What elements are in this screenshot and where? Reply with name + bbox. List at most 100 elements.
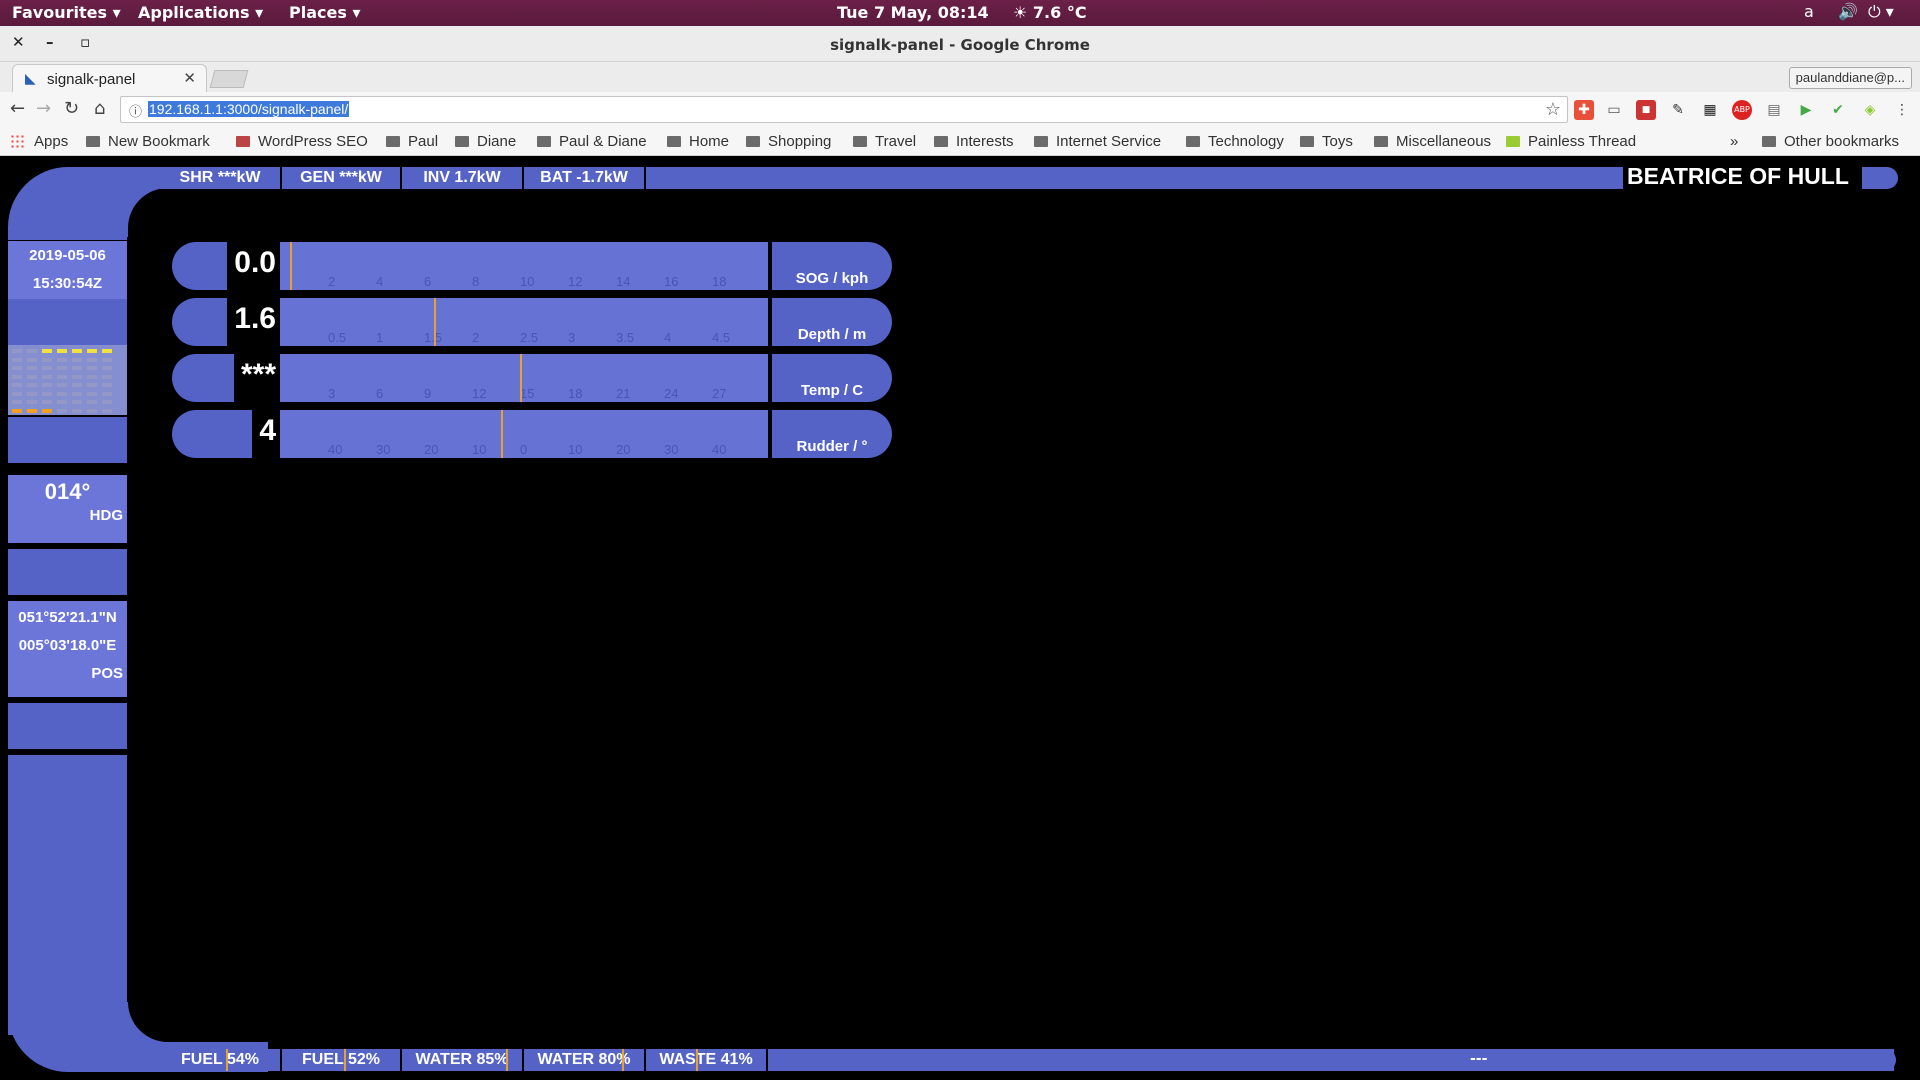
- bookmark-folder[interactable]: New Bookmark: [86, 133, 210, 150]
- status-grid-cell: [87, 374, 97, 379]
- bookmark-folder[interactable]: Technology: [1186, 133, 1284, 150]
- apps-grid-icon: [10, 134, 24, 148]
- status-grid-cell: [72, 357, 82, 362]
- status-grid: [8, 345, 127, 415]
- clock[interactable]: Tue 7 May, 08:14: [837, 3, 989, 22]
- applications-menu[interactable]: Applications ▾: [138, 3, 263, 22]
- status-grid-cell: [12, 349, 22, 353]
- places-menu[interactable]: Places ▾: [289, 3, 360, 22]
- reload-icon[interactable]: ↻: [64, 98, 79, 119]
- tab-signalk-panel[interactable]: ◣ signalk-panel ✕: [12, 64, 207, 92]
- status-grid-cell: [27, 408, 37, 413]
- status-grid-cell: [72, 374, 82, 379]
- bookmark-folder[interactable]: Travel: [853, 133, 916, 150]
- weather-indicator[interactable]: ☀ 7.6 °C: [1013, 3, 1087, 22]
- gauge-tick-label: 3: [568, 330, 576, 345]
- status-grid-cell: [72, 400, 82, 404]
- latitude-text: 051°52'21.1"N: [18, 609, 117, 626]
- status-grid-cell: [87, 357, 97, 362]
- gauge-tick-label: 10: [472, 442, 487, 457]
- status-grid-cell: [27, 349, 37, 353]
- tab-close-icon[interactable]: ✕: [183, 69, 196, 87]
- gauge-tick-label: 4.5: [712, 330, 731, 345]
- status-grid-cell: [87, 366, 97, 370]
- extension-feather-icon[interactable]: ✎: [1668, 100, 1688, 120]
- extension-shield-icon[interactable]: ◈: [1860, 100, 1880, 120]
- keyboard-layout-icon[interactable]: a: [1804, 2, 1814, 21]
- water-tank-2: WATER 80%: [524, 1049, 646, 1071]
- tank-level-marker: [696, 1049, 699, 1071]
- cast-icon[interactable]: ▭: [1604, 100, 1624, 120]
- bookmark-folder[interactable]: WordPress SEO: [236, 133, 368, 150]
- extension-play-icon[interactable]: ▶: [1796, 100, 1816, 120]
- power-strip: SHR ***kW GEN ***kW INV 1.7kW BAT -1.7kW: [160, 167, 1623, 189]
- status-grid-cell: [87, 349, 97, 353]
- bookmark-folder[interactable]: Painless Thread: [1506, 133, 1636, 150]
- other-bookmarks[interactable]: Other bookmarks: [1762, 133, 1899, 150]
- gauge-label: Temp / C: [772, 354, 892, 402]
- gauge-tick-label: 16: [664, 274, 679, 289]
- extension-check-icon[interactable]: ✔: [1828, 100, 1848, 120]
- heading-label: HDG: [89, 507, 123, 524]
- bookmark-folder[interactable]: Miscellaneous: [1374, 133, 1491, 150]
- adblock-icon[interactable]: ABP: [1732, 100, 1752, 120]
- ship-name: BEATRICE OF HULL: [1624, 163, 1852, 190]
- profile-button[interactable]: paulanddiane@p...: [1788, 67, 1912, 89]
- status-dashes: ---: [1470, 1051, 1488, 1067]
- extension-screen-icon[interactable]: ▤: [1764, 100, 1784, 120]
- status-grid-cell: [102, 383, 112, 387]
- site-info-icon[interactable]: ⓘ: [129, 101, 142, 120]
- bookmark-folder[interactable]: Internet Service: [1034, 133, 1161, 150]
- bookmark-label: Diane: [477, 133, 517, 150]
- status-grid-cell: [57, 357, 67, 362]
- new-tab-button[interactable]: [209, 70, 249, 88]
- status-grid-cell: [42, 366, 52, 370]
- address-bar[interactable]: ⓘ 192.168.1.1:3000/signalk-panel/ ☆: [120, 96, 1568, 123]
- status-grid-cell: [102, 400, 112, 404]
- home-icon[interactable]: ⌂: [94, 98, 105, 119]
- bookmark-label: Shopping: [768, 133, 832, 150]
- forward-arrow-icon[interactable]: →: [36, 98, 51, 119]
- bookmark-folder[interactable]: Paul: [386, 133, 438, 150]
- bookmark-label: Travel: [875, 133, 917, 150]
- gauge-tick-label: 40: [328, 442, 343, 457]
- status-grid-cell: [102, 357, 112, 362]
- sidebar-spacer-3: [8, 549, 127, 595]
- extension-plus-icon[interactable]: ✚: [1574, 100, 1594, 120]
- gauge-label: Rudder / °: [772, 410, 892, 458]
- chrome-menu-icon[interactable]: ⋮: [1892, 100, 1912, 120]
- status-grid-cell: [72, 383, 82, 387]
- gauge-tick-label: 18: [568, 386, 583, 401]
- sidebar-spacer-2: [8, 417, 127, 463]
- extension-grid-icon[interactable]: ▦: [1700, 100, 1720, 120]
- status-grid-cell: [57, 391, 67, 396]
- status-grid-cell: [57, 383, 67, 387]
- bookmark-folder[interactable]: Interests: [934, 133, 1014, 150]
- tab-strip: ◣ signalk-panel ✕ paulanddiane@p...: [0, 62, 1920, 92]
- heading-value: 014°: [44, 479, 91, 504]
- volume-icon[interactable]: 🔊: [1838, 2, 1858, 21]
- status-grid-cell: [57, 366, 67, 370]
- gauge-tick-label: 0: [520, 442, 528, 457]
- bookmark-folder[interactable]: Toys: [1300, 133, 1353, 150]
- bookmark-star-icon[interactable]: ☆: [1545, 99, 1561, 120]
- bookmark-folder[interactable]: Diane: [455, 133, 516, 150]
- status-grid-cell: [87, 408, 97, 413]
- back-arrow-icon[interactable]: ←: [10, 98, 25, 119]
- favourites-menu[interactable]: Favourites ▾: [12, 3, 121, 22]
- extension-badge-icon[interactable]: ■: [1636, 100, 1656, 120]
- longitude-text: 005°03'18.0"E: [18, 637, 117, 654]
- bookmark-folder[interactable]: Shopping: [746, 133, 831, 150]
- bookmarks-overflow-button[interactable]: »: [1730, 133, 1738, 150]
- bookmark-folder[interactable]: Paul & Diane: [537, 133, 647, 150]
- bookmark-label: WordPress SEO: [258, 133, 368, 150]
- bookmark-label: Internet Service: [1056, 133, 1162, 150]
- gauge-value: 1.6: [234, 302, 276, 335]
- bookmark-apps[interactable]: Apps: [10, 133, 68, 150]
- gauge-tick-label: 9: [424, 386, 432, 401]
- folder-icon: [455, 136, 469, 147]
- bookmark-folder[interactable]: Home: [667, 133, 729, 150]
- url-text[interactable]: 192.168.1.1:3000/signalk-panel/: [148, 101, 350, 117]
- status-grid-cell: [42, 400, 52, 404]
- power-icon[interactable]: ⏻ ▾: [1868, 2, 1894, 22]
